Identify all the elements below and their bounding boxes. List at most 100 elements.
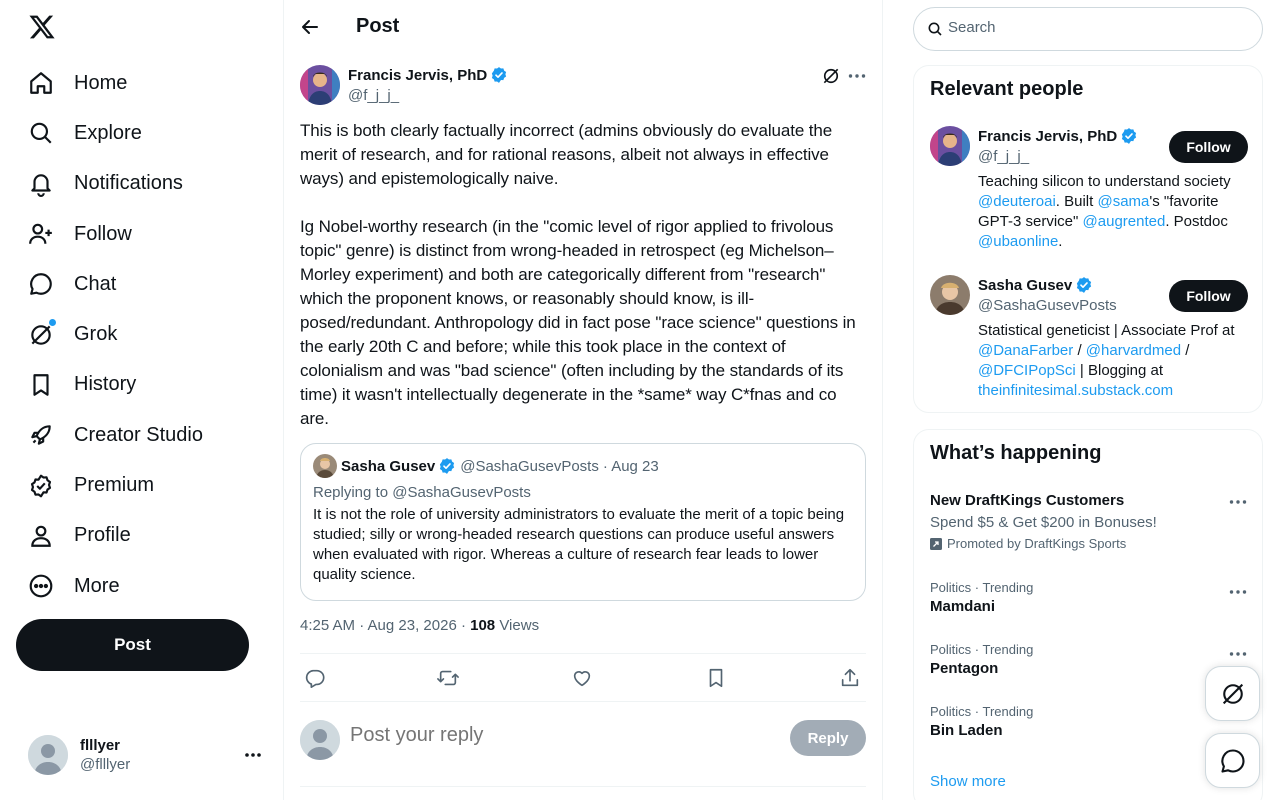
person-handle[interactable]: @f_j_j_ — [978, 148, 1029, 165]
nav-item-notifications[interactable]: Notifications — [16, 159, 203, 209]
show-more-link[interactable]: Show more — [930, 773, 1006, 790]
trend-name: Mamdani — [930, 598, 996, 615]
more-dots-icon[interactable] — [1228, 582, 1248, 602]
person-handle[interactable]: @SashaGusevPosts — [978, 297, 1117, 314]
nav-item-grok[interactable]: Grok — [16, 309, 203, 359]
verified-badge-icon — [1075, 276, 1093, 294]
author-name[interactable]: Francis Jervis, PhD — [348, 66, 508, 84]
nav-label-premium: Premium — [74, 474, 155, 497]
bookmark-icon[interactable] — [705, 667, 727, 689]
nav-item-profile[interactable]: Profile — [16, 511, 203, 561]
account-switcher[interactable]: flllyer @flllyer — [16, 728, 276, 782]
nav-label-home: Home — [74, 71, 128, 94]
trend-category: Politics · Trending — [930, 642, 1034, 657]
back-arrow-icon[interactable] — [300, 17, 320, 37]
nav-item-explore[interactable]: Explore — [16, 108, 203, 158]
more-circle-icon — [28, 573, 54, 599]
main-column: Post Francis Jervis, PhD @f_j_j_ This is… — [284, 0, 883, 800]
search-input[interactable] — [948, 19, 1238, 36]
person-avatar[interactable] — [930, 126, 970, 166]
nav-item-follow[interactable]: Follow — [16, 209, 203, 259]
left-sidebar: Home Explore Notifications Follow Chat G… — [0, 0, 284, 800]
search-icon — [28, 120, 54, 146]
quote-text: It is not the role of university adminis… — [313, 506, 845, 583]
messages-float-button[interactable] — [1205, 733, 1260, 788]
nav-item-history[interactable]: History — [16, 360, 203, 410]
bookmark-icon — [28, 372, 54, 398]
follow-button[interactable]: Follow — [1169, 280, 1248, 312]
nav-item-more[interactable]: More — [16, 561, 203, 611]
person-avatar[interactable] — [930, 275, 970, 315]
grok-float-button[interactable] — [1205, 666, 1260, 721]
verified-badge-icon — [28, 473, 54, 499]
author-handle[interactable]: @f_j_j_ — [348, 87, 399, 104]
trend-item[interactable]: Politics · Trending Pentagon — [930, 642, 1248, 677]
quote-date: · Aug 23 — [602, 457, 659, 475]
nav-label-more: More — [74, 574, 120, 597]
top-bar: Post — [284, 0, 883, 53]
chat-bubble-icon — [28, 271, 54, 297]
grok-icon[interactable] — [821, 66, 841, 86]
mention-link[interactable]: @ubaonline — [978, 233, 1058, 250]
promo-subtitle: Spend $5 & Get $200 in Bonuses! — [930, 514, 1157, 531]
quote-replying-to: Replying to @SashaGusevPosts — [313, 484, 531, 501]
search-box[interactable] — [913, 7, 1263, 51]
relevant-people-title: Relevant people — [930, 78, 1084, 100]
nav-item-creator-studio[interactable]: Creator Studio — [16, 410, 203, 460]
follow-button[interactable]: Follow — [1169, 131, 1248, 163]
grok-icon — [1219, 680, 1247, 708]
nav-label-profile: Profile — [74, 524, 131, 547]
reply-button[interactable]: Reply — [790, 720, 866, 756]
mention-link[interactable]: @augrented — [1083, 213, 1166, 230]
promo-name: New DraftKings Customers — [930, 492, 1125, 509]
reply-input[interactable] — [350, 724, 750, 747]
share-icon[interactable] — [839, 667, 861, 689]
tweet-actions — [300, 653, 866, 702]
external-link[interactable]: theinfinitesimal.substack.com — [978, 382, 1173, 399]
mention-link[interactable]: @DFCIPopSci — [978, 362, 1076, 379]
author-avatar[interactable] — [300, 65, 340, 105]
bio-text: / — [1073, 342, 1086, 359]
person-name[interactable]: Sasha Gusev — [978, 276, 1093, 294]
tweet-meta: 4:25 AM · Aug 23, 2026 · 108 Views — [300, 617, 539, 634]
x-logo-icon[interactable] — [28, 13, 56, 41]
whats-happening-title: What’s happening — [930, 442, 1102, 464]
mention-link[interactable]: @harvardmed — [1086, 342, 1181, 359]
more-dots-icon[interactable] — [847, 66, 867, 86]
person-name-text: Francis Jervis, PhD — [978, 127, 1118, 145]
verified-badge-icon — [438, 457, 456, 475]
tweet-timestamp[interactable]: 4:25 AM · Aug 23, 2026 · — [300, 617, 470, 634]
nav-item-premium[interactable]: Premium — [16, 460, 203, 510]
mention-link[interactable]: @DanaFarber — [978, 342, 1073, 359]
more-dots-icon[interactable] — [1228, 492, 1248, 512]
reply-icon[interactable] — [304, 667, 326, 689]
mention-link[interactable]: @sama — [1097, 193, 1149, 210]
trend-name: Pentagon — [930, 660, 999, 677]
nav-item-chat[interactable]: Chat — [16, 259, 203, 309]
post-button[interactable]: Post — [16, 619, 249, 671]
rocket-icon — [28, 422, 54, 448]
promoted-trend[interactable]: New DraftKings Customers Spend $5 & Get … — [930, 492, 1248, 551]
nav-label-notifications: Notifications — [74, 172, 183, 195]
nav-label-creator-studio: Creator Studio — [74, 423, 203, 446]
quoted-tweet[interactable]: Sasha Gusev @SashaGusevPosts · Aug 23 Re… — [300, 443, 866, 601]
repost-icon[interactable] — [437, 667, 459, 689]
nav-list: Home Explore Notifications Follow Chat G… — [16, 58, 203, 611]
notification-dot — [49, 318, 56, 326]
person-name[interactable]: Francis Jervis, PhD — [978, 127, 1138, 145]
nav-label-explore: Explore — [74, 121, 142, 144]
bio-text: . Postdoc — [1165, 213, 1228, 230]
quote-header: Sasha Gusev @SashaGusevPosts · Aug 23 — [313, 454, 853, 478]
mention-link[interactable]: @deuteroai — [978, 193, 1056, 210]
nav-item-home[interactable]: Home — [16, 58, 203, 108]
tweet-text: This is both clearly factually incorrect… — [300, 121, 856, 428]
home-icon — [28, 70, 54, 96]
trend-item[interactable]: Politics · Trending Bin Laden — [930, 704, 1248, 739]
more-dots-icon[interactable] — [243, 745, 263, 765]
author-name-text: Francis Jervis, PhD — [348, 66, 488, 84]
trend-item[interactable]: Politics · Trending Mamdani — [930, 580, 1248, 615]
more-dots-icon[interactable] — [1228, 644, 1248, 664]
like-icon[interactable] — [571, 667, 593, 689]
bell-icon — [28, 171, 54, 197]
nav-label-chat: Chat — [74, 272, 117, 295]
